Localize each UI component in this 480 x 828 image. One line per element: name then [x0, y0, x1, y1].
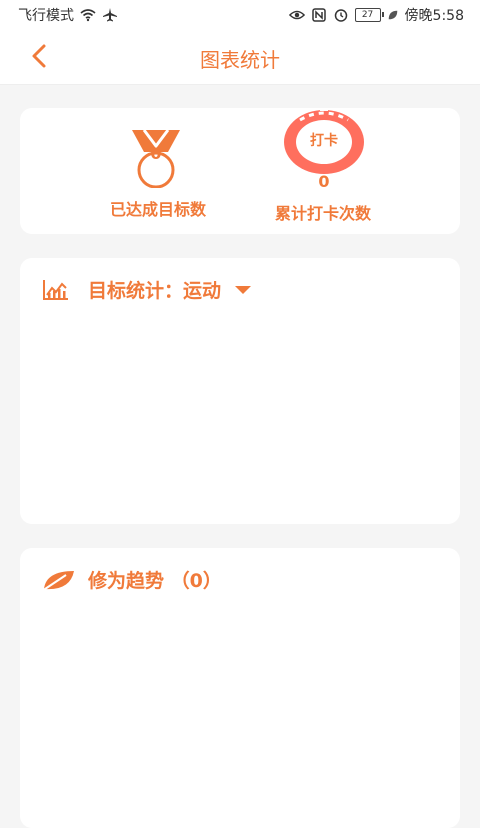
goals-achieved-label: 已达成目标数	[109, 200, 206, 219]
goal-stats-card: 目标统计：运动	[20, 258, 460, 524]
chart-icon	[43, 279, 68, 300]
goals-achieved-count: 0	[150, 144, 162, 163]
trend-section-header: 修为趋势 （0）	[40, 566, 222, 593]
status-bar-left: 飞行模式	[18, 5, 118, 25]
battery-level: 27	[361, 10, 374, 20]
checkin-count: 0	[318, 172, 330, 191]
status-bar: 飞行模式 27 傍晚5:58	[0, 0, 480, 28]
stats-card: 0 已达成目标数 打卡 0 累计打卡次数	[20, 107, 460, 234]
leaf-icon	[388, 10, 397, 20]
battery-icon: 27	[354, 8, 384, 22]
trend-card: 修为趋势 （0）	[20, 548, 460, 828]
nfc-icon	[311, 8, 326, 22]
alarm-icon	[334, 9, 347, 22]
title-bar: 图表统计	[0, 28, 480, 85]
airplane-icon	[103, 8, 117, 22]
trend-section-title: 修为趋势 （0）	[88, 570, 222, 592]
wifi-icon	[80, 9, 96, 22]
status-time: 傍晚5:58	[404, 8, 464, 24]
goal-section-title: 目标统计：运动	[88, 280, 222, 302]
goal-section-header[interactable]: 目标统计：运动	[42, 276, 252, 303]
eye-icon	[288, 10, 305, 20]
leaf-icon	[41, 570, 74, 592]
page-title: 图表统计	[200, 48, 280, 72]
checkin-badge-text: 打卡	[310, 133, 338, 149]
status-bar-right: 27 傍晚5:58	[288, 5, 464, 25]
checkin-badge[interactable]: 打卡	[282, 107, 366, 178]
chevron-down-icon[interactable]	[235, 285, 252, 294]
checkin-label: 累计打卡次数	[274, 204, 371, 223]
carrier-text: 飞行模式	[18, 8, 74, 24]
